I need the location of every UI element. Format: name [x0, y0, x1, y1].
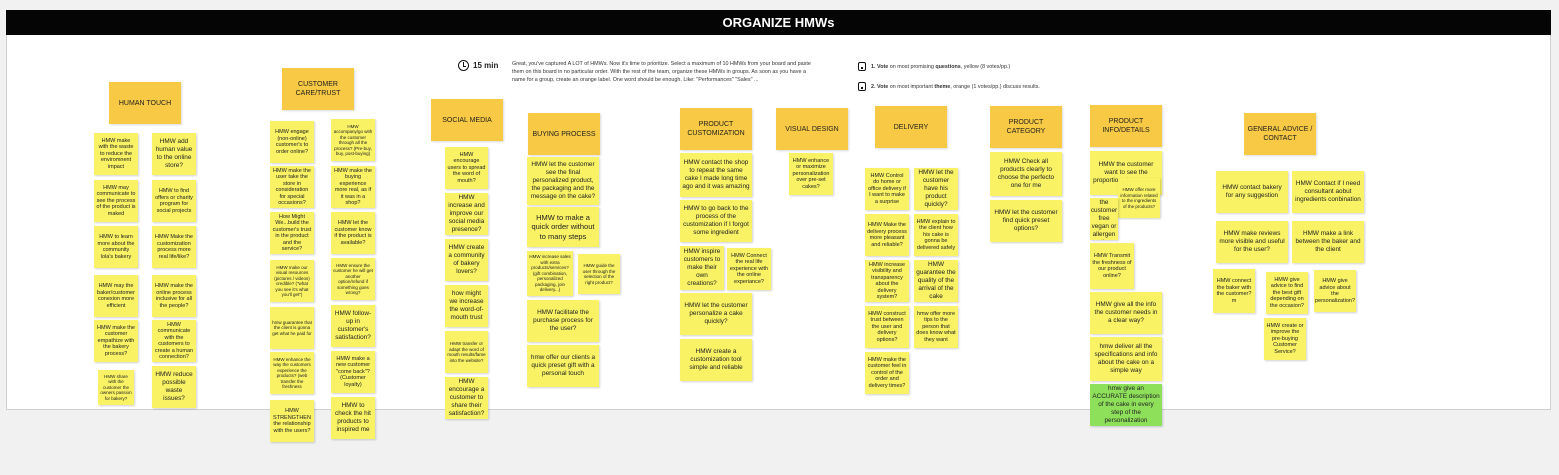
- sticky-note[interactable]: HMW let the customer have his product qu…: [914, 168, 958, 210]
- sticky-note[interactable]: HMW may the baker/customer conexion more…: [94, 275, 138, 317]
- sticky-note[interactable]: HMW contact the shop to repeat the same …: [680, 153, 752, 197]
- sticky-note[interactable]: HMW to check the hit products to inspire…: [331, 397, 375, 439]
- group-label-human-touch[interactable]: HUMAN TOUCH: [109, 82, 181, 124]
- sticky-note[interactable]: HMW construct trust between the user and…: [865, 306, 909, 348]
- vote-instruction-1: 1. Vote on most promising questions, yel…: [858, 62, 1010, 71]
- sticky-note[interactable]: HMW accompany/go with the customer throu…: [331, 119, 375, 161]
- group-label-visual-design[interactable]: VISUAL DESIGN: [776, 108, 848, 150]
- sticky-note[interactable]: HMW encourage a customer to share their …: [445, 377, 488, 419]
- group-label-product-category[interactable]: PRODUCT CATEGORY: [990, 106, 1062, 148]
- sticky-note[interactable]: HMW give all the info the customer needs…: [1090, 292, 1162, 334]
- sticky-note[interactable]: HMW make reviews more visible and useful…: [1216, 221, 1288, 263]
- sticky-note[interactable]: HMW make the customer feel in control of…: [865, 352, 909, 394]
- sticky-note[interactable]: HMW facilitate the purchase process for …: [527, 300, 599, 342]
- sticky-note[interactable]: HMW inspire customers to make their own …: [680, 246, 724, 290]
- board-title: ORGANIZE HMWs: [6, 10, 1551, 35]
- sticky-note[interactable]: HMW to go back to the process of the cus…: [680, 200, 752, 242]
- sticky-note[interactable]: HMW guarantee the quality of the arrival…: [914, 260, 958, 302]
- group-label-delivery[interactable]: DELIVERY: [875, 106, 947, 148]
- sticky-note[interactable]: HMW STRENGTHEN the relationship with the…: [270, 400, 314, 442]
- sticky-note[interactable]: HMW make the buying experience more real…: [331, 166, 375, 208]
- sticky-note[interactable]: HMW Connect the real life experience wit…: [727, 248, 771, 290]
- checkbox-icon: [858, 82, 866, 91]
- sticky-note[interactable]: HMW Control do home or office delivery i…: [865, 168, 909, 210]
- sticky-note[interactable]: HMW transfer or adapt the word of mouth …: [445, 331, 488, 373]
- sticky-note[interactable]: HMW increase and improve our social medi…: [445, 193, 488, 235]
- sticky-note[interactable]: HMW make the online process inclusive fo…: [152, 275, 196, 317]
- group-label-product-customization[interactable]: PRODUCT CUSTOMIZATION: [680, 108, 752, 150]
- sticky-note[interactable]: HMW ensure the customer he will get anot…: [331, 258, 375, 300]
- sticky-note[interactable]: HMW guide the user through the selection…: [578, 254, 620, 294]
- sticky-note[interactable]: HMW share with the customer the owners p…: [98, 370, 134, 405]
- sticky-note[interactable]: HMW increase visibility and transparency…: [865, 260, 909, 302]
- sticky-note[interactable]: hmw guarantee that the client is gonna g…: [270, 307, 314, 349]
- sticky-note[interactable]: HMW to find offers or charity program fo…: [152, 180, 196, 222]
- sticky-note[interactable]: hmw offer more tips to the person that d…: [914, 306, 958, 348]
- sticky-note[interactable]: HMW let the customer see the final perso…: [527, 157, 599, 205]
- sticky-note[interactable]: HMW add human value to the online store?: [152, 133, 196, 175]
- sticky-note[interactable]: HMW Contact if I need consultant aobut i…: [1292, 171, 1364, 213]
- vote-instruction-2: 2. Vote on most important theme, orange …: [858, 82, 1040, 91]
- sticky-note[interactable]: HMW explain to the client how his cake i…: [914, 214, 958, 256]
- group-label-general-advice[interactable]: GENERAL ADVICE / CONTACT: [1244, 113, 1316, 155]
- group-label-product-info[interactable]: PRODUCT INFO/DETAILS: [1090, 105, 1162, 147]
- sticky-note[interactable]: hmw deliver all the specifications and i…: [1090, 337, 1162, 381]
- sticky-note[interactable]: HMW communicate with the customers to cr…: [152, 320, 196, 362]
- group-label-customer-care[interactable]: CUSTOMER CARE/TRUST: [282, 68, 354, 110]
- checkbox-icon: [858, 62, 866, 71]
- sticky-note[interactable]: HMW make our visual resources (pictures …: [270, 260, 314, 302]
- sticky-note[interactable]: HMW let the customer find quick preset o…: [990, 200, 1062, 242]
- instructions-text: Great, you've captured A LOT of HMWs. No…: [512, 61, 811, 84]
- sticky-note[interactable]: HMW reduce possible waste issues?: [152, 366, 196, 408]
- sticky-note[interactable]: HMW let the customer personalize a cake …: [680, 293, 752, 335]
- sticky-note[interactable]: HMW connect the baker with the customer?…: [1213, 269, 1255, 313]
- sticky-note[interactable]: HMW engage (non-online) customer's to or…: [270, 121, 314, 163]
- sticky-note[interactable]: hmw offer our clients a quick preset gif…: [527, 345, 599, 387]
- sticky-note[interactable]: HMW give advice about the personalizatio…: [1314, 270, 1356, 312]
- sticky-note[interactable]: HMW offer more information related to th…: [1118, 178, 1160, 218]
- sticky-note[interactable]: HMW make the user take the store in cons…: [270, 166, 314, 208]
- timer: 15 min: [458, 60, 498, 71]
- sticky-note[interactable]: HMW make a new customer "come back"? (Cu…: [331, 351, 375, 393]
- sticky-note[interactable]: HMW follow-up in customer's satisfaction…: [331, 305, 375, 347]
- sticky-note[interactable]: HMW create or improve the pre-buying Cus…: [1264, 318, 1306, 360]
- sticky-note[interactable]: HMW make a link between the baker and th…: [1292, 221, 1364, 263]
- sticky-note[interactable]: HMW encourage users to spread the word o…: [445, 147, 488, 189]
- sticky-note[interactable]: HMW Transmit the freshness of our produc…: [1090, 243, 1134, 289]
- sticky-note[interactable]: how might we increase the word-of-mouth …: [445, 285, 488, 327]
- sticky-note[interactable]: HMW the customer free vegan or allergen …: [1090, 198, 1118, 240]
- sticky-note[interactable]: HMW to make a quick order without to man…: [527, 207, 599, 247]
- clock-icon: [458, 60, 469, 71]
- sticky-note[interactable]: HMW Make the delivery process more pleas…: [865, 214, 909, 256]
- timer-label: 15 min: [473, 61, 499, 70]
- sticky-note[interactable]: HMW make the customer empathize with the…: [94, 320, 138, 362]
- sticky-note[interactable]: HMW Check all products clearly to choose…: [990, 152, 1062, 196]
- sticky-note[interactable]: HMW let the customer know if the product…: [331, 212, 375, 254]
- sticky-note[interactable]: HMW may communicate to see the process o…: [94, 180, 138, 222]
- sticky-note[interactable]: HMW to learn more about the community lo…: [94, 226, 138, 268]
- sticky-note[interactable]: HMW make with the waste to reduce the en…: [94, 133, 138, 175]
- sticky-note[interactable]: HMW enhance or maximize personalization …: [789, 153, 833, 195]
- sticky-note[interactable]: HMW enhance the way the customers experi…: [270, 352, 314, 394]
- sticky-note[interactable]: HMW contact bakery for any suggestion: [1216, 171, 1288, 213]
- sticky-note[interactable]: How Might We...build the customer's trus…: [270, 212, 314, 254]
- sticky-note[interactable]: HMW Make the customization process more …: [152, 226, 196, 268]
- sticky-note-highlighted[interactable]: hmw give an ACCURATE description of the …: [1090, 384, 1162, 426]
- sticky-note[interactable]: HMW increase sales with extra products/s…: [527, 251, 573, 296]
- sticky-note[interactable]: HMW create a customization tool simple a…: [680, 339, 752, 381]
- group-label-social-media[interactable]: SOCIAL MEDIA: [431, 99, 503, 141]
- group-label-buying-process[interactable]: BUYING PROCESS: [528, 113, 600, 155]
- sticky-note[interactable]: HMW give advice to find the best gift de…: [1266, 272, 1308, 314]
- sticky-note[interactable]: HMW create a community of bakery lovers?: [445, 239, 488, 281]
